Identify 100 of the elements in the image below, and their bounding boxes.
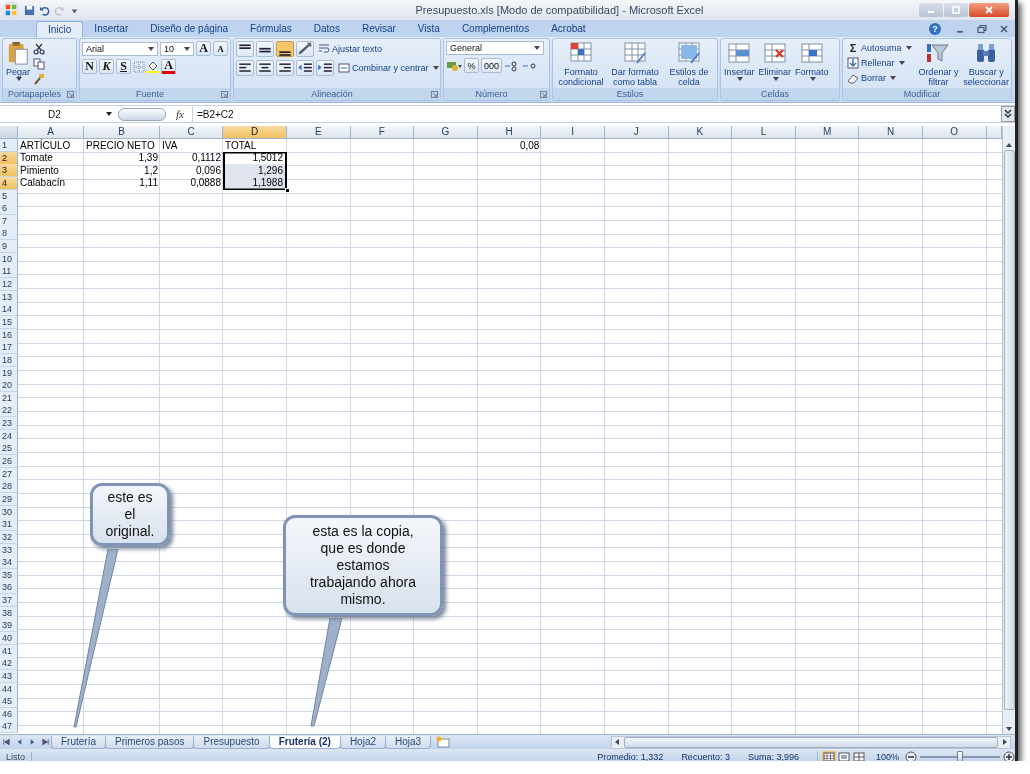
restore-icon[interactable] <box>977 24 987 34</box>
table-cell[interactable]: 0,08 <box>477 139 542 152</box>
cells-button[interactable]: Formato <box>794 41 830 81</box>
style-button[interactable]: Estilos de celda <box>663 41 715 87</box>
ribbon-tab[interactable]: Inicio <box>36 21 84 37</box>
column-header[interactable]: F <box>350 126 415 139</box>
edit-big-button[interactable]: Ordenar y filtrar <box>915 41 962 87</box>
align-icon[interactable] <box>276 60 294 76</box>
sheet-tab[interactable]: Frutería <box>51 735 106 749</box>
orientation-icon[interactable] <box>296 41 314 57</box>
table-cell[interactable]: ARTÍCULO <box>18 139 84 152</box>
ribbon-tab[interactable]: Revisar <box>350 21 407 37</box>
sheet-tab[interactable]: Frutería (2) <box>268 735 341 749</box>
currency-icon[interactable] <box>446 59 462 72</box>
row-header[interactable]: 8 <box>0 227 18 241</box>
table-cell[interactable]: PRECIO NETO <box>84 139 160 152</box>
row-header[interactable]: 36 <box>0 581 18 595</box>
align-icon[interactable] <box>256 60 274 76</box>
name-box[interactable]: D2 <box>0 106 112 122</box>
row-header[interactable]: 34 <box>0 556 18 570</box>
row-header[interactable]: 17 <box>0 341 18 355</box>
percent-button[interactable]: % <box>464 58 479 73</box>
table-cell[interactable]: Tomate <box>18 151 84 165</box>
formula-bar-handle[interactable] <box>118 107 166 121</box>
dialog-launcher-icon[interactable] <box>221 90 228 98</box>
bold-button[interactable]: N <box>82 59 97 74</box>
ribbon-tab[interactable]: Complementos <box>450 21 541 37</box>
table-cell[interactable]: 1,2 <box>84 164 160 178</box>
last-sheet-icon[interactable] <box>41 737 50 747</box>
vertical-align-icon[interactable] <box>236 41 254 57</box>
ribbon-tab[interactable]: Fórmulas <box>239 21 303 37</box>
table-cell[interactable]: Calabacín <box>18 176 84 190</box>
vertical-scrollbar[interactable] <box>1002 126 1015 734</box>
column-header[interactable]: J <box>604 126 669 139</box>
row-header[interactable]: 14 <box>0 303 18 317</box>
table-cell[interactable]: IVA <box>160 139 223 152</box>
style-button[interactable]: Formato condicional <box>555 41 607 87</box>
row-header[interactable]: 37 <box>0 594 18 608</box>
scissors-icon[interactable] <box>33 43 46 55</box>
insert-function-button[interactable]: fx <box>176 108 184 120</box>
first-sheet-icon[interactable] <box>2 737 11 747</box>
fill-color-icon[interactable] <box>147 60 159 73</box>
align-icon[interactable] <box>236 60 254 76</box>
table-cell[interactable]: 1,5012 <box>223 151 287 165</box>
expand-icon[interactable] <box>1001 106 1015 122</box>
close-button[interactable] <box>969 3 1009 17</box>
vertical-align-icon[interactable] <box>256 41 274 57</box>
column-header[interactable]: B <box>84 126 160 139</box>
row-header[interactable]: 39 <box>0 619 18 633</box>
column-header[interactable]: E <box>287 126 351 139</box>
fill-handle[interactable] <box>285 187 290 193</box>
table-cell[interactable]: 1,296 <box>223 164 287 178</box>
save-icon[interactable] <box>24 4 35 16</box>
row-header[interactable]: 20 <box>0 379 18 393</box>
column-header[interactable]: K <box>668 126 733 139</box>
zoom-out-icon[interactable] <box>905 751 917 761</box>
copy-icon[interactable] <box>33 58 46 70</box>
sheet-tab[interactable]: Hoja3 <box>385 735 432 749</box>
next-sheet-icon[interactable] <box>28 737 37 747</box>
font-size-field[interactable]: 10 <box>160 41 194 56</box>
thousands-button[interactable]: 000 <box>481 58 503 73</box>
table-cell[interactable]: 1,39 <box>84 151 160 165</box>
number-format-field[interactable]: General <box>446 41 544 55</box>
zoom-level[interactable]: 100% <box>875 752 899 761</box>
row-header[interactable]: 12 <box>0 278 18 292</box>
italic-button[interactable]: K <box>99 59 114 74</box>
view-icon[interactable] <box>851 751 866 761</box>
close-icon[interactable] <box>999 24 1009 34</box>
row-header[interactable]: 6 <box>0 202 18 216</box>
table-cell[interactable]: 1,11 <box>84 176 160 190</box>
cells-button[interactable]: Insertar <box>723 41 756 81</box>
underline-button[interactable]: S <box>116 59 131 74</box>
ribbon-tab[interactable]: Vista <box>406 21 451 37</box>
row-header[interactable]: 47 <box>0 720 18 734</box>
indent-icon[interactable] <box>296 60 314 76</box>
ribbon-tab[interactable]: Diseño de página <box>139 21 240 37</box>
table-cell[interactable]: 0,1112 <box>160 151 223 165</box>
column-header[interactable]: A <box>18 126 84 139</box>
row-header[interactable]: 42 <box>0 657 18 671</box>
style-button[interactable]: Dar formato como tabla <box>609 41 661 87</box>
wrap-text-button[interactable]: Ajustar texto <box>316 42 385 56</box>
column-header[interactable]: L <box>732 126 796 139</box>
merge-center-button[interactable]: Combinar y centrar <box>336 61 440 75</box>
row-header[interactable]: 22 <box>0 404 18 418</box>
undo-icon[interactable] <box>39 4 50 16</box>
slider-thumb[interactable] <box>957 751 963 761</box>
edit-button[interactable]: Σ Autosuma <box>845 41 914 55</box>
paste-button[interactable]: Pegar <box>5 41 32 81</box>
table-cell[interactable]: Pimiento <box>18 164 84 178</box>
dialog-launcher-icon[interactable] <box>431 90 438 98</box>
row-header[interactable]: 3 <box>0 164 18 178</box>
font-family-field[interactable]: Arial <box>82 41 158 56</box>
column-header[interactable]: H <box>477 126 542 139</box>
row-header[interactable]: 31 <box>0 518 18 532</box>
column-header[interactable]: I <box>541 126 605 139</box>
dialog-launcher-icon[interactable] <box>67 90 74 98</box>
row-header[interactable]: 45 <box>0 695 18 709</box>
sheet-tab[interactable]: Hoja2 <box>339 735 386 749</box>
view-icon[interactable] <box>821 751 836 761</box>
ribbon-tab[interactable]: Acrobat <box>540 21 597 37</box>
